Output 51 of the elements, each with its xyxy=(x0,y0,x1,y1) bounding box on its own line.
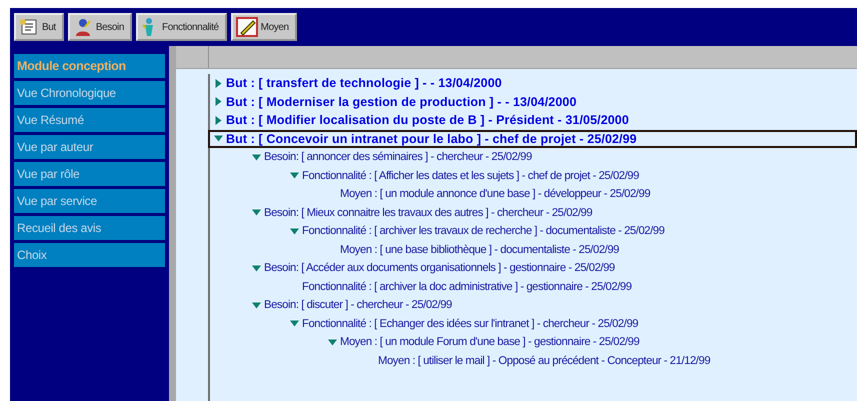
tree-row[interactable]: But : [ Moderniser la gestion de production ] - - 13/04/2000 xyxy=(208,92,857,111)
collapsed-caret-icon[interactable] xyxy=(214,97,223,106)
tree-row[interactable]: Moyen : [ utiliser le mail ] - Opposé au précédent - Concepteur - 21/12/99 xyxy=(208,352,857,370)
tree-item-text: Moyen : [ un module annonce d'une base ] - développeur - 25/02/99 xyxy=(340,188,650,200)
tree-row[interactable]: Moyen : [ un module Forum d'une base ] - gestionnaire - 25/02/99 xyxy=(208,333,857,352)
expanded-caret-icon[interactable] xyxy=(290,319,299,328)
tree-row[interactable]: Fonctionnalité : [ archiver la doc administrative ] - gestionnaire - 25/02/99 xyxy=(208,278,857,296)
expanded-caret-icon[interactable] xyxy=(252,264,261,273)
tree-row[interactable]: Fonctionnalité : [ archiver les travaux de recherche ] - documentaliste - 25/02/99 xyxy=(208,222,857,240)
expanded-caret-icon[interactable] xyxy=(252,300,261,310)
expanded-caret-icon[interactable] xyxy=(290,171,299,180)
tree-row[interactable]: Fonctionnalité : [ Echanger des idées sur l'intranet ] - chercheur - 25/02/99 xyxy=(208,314,857,333)
tree-row[interactable]: Fonctionnalité : [ Afficher les dates et les sujets ] - chef de projet - 25/02/99 xyxy=(208,166,857,185)
tree-row[interactable]: Besoin: [ discuter ] - chercheur - 25/02/99 xyxy=(208,296,857,314)
tree-item-text: Moyen : [ une base bibliothèque ] - documentaliste - 25/02/99 xyxy=(340,244,620,256)
tree-row[interactable]: Besoin: [ Accéder aux documents organisationnels ] - gestionnaire - 25/02/99 xyxy=(208,259,857,278)
collapsed-caret-icon[interactable] xyxy=(214,78,223,88)
tree-item-text: Fonctionnalité : [ archiver la doc administrative ] - gestionnaire - 25/02/99 xyxy=(302,280,632,293)
tree-item-text: Fonctionnalité : [ archiver les travaux de recherche ] - documentaliste - 25/02/99 xyxy=(302,225,664,238)
tree-row[interactable]: But : [ transfert de technologie ] - - 13/04/2000 xyxy=(208,74,857,92)
expanded-caret-icon[interactable] xyxy=(252,208,261,218)
tree-item-text: But : [ Concevoir un intranet pour le labo ] - chef de projet - 25/02/99 xyxy=(226,132,637,146)
sidebar-title: Module conception xyxy=(14,54,165,78)
expanded-caret-icon[interactable] xyxy=(328,338,337,347)
toolbar-button[interactable]: Besoin xyxy=(68,13,132,41)
tree-item-text: But : [ Modifier localisation du poste de B ] - Président - 31/05/2000 xyxy=(226,113,629,128)
tree-row[interactable]: Moyen : [ une base bibliothèque ] - documentaliste - 25/02/99 xyxy=(208,240,857,259)
tree-item-text: Besoin: [ Mieux connaitre les travaux des autres ] - chercheur - 25/02/99 xyxy=(264,206,592,219)
pencil-icon xyxy=(236,17,258,37)
document-icon xyxy=(19,18,39,36)
tree-item-text: Fonctionnalité : [ Echanger des idées sur l'intranet ] - chercheur - 25/02/99 xyxy=(302,318,638,330)
tree-row[interactable]: But : [ Modifier localisation du poste de B ] - Président - 31/05/2000 xyxy=(208,111,857,130)
tree-item-text: Fonctionnalité : [ Afficher les dates et les sujets ] - chef de projet - 25/02/99 xyxy=(302,170,639,182)
tree-item-text: But : [ Moderniser la gestion de production ] - - 13/04/2000 xyxy=(226,94,577,109)
toolbar-button[interactable]: Moyen xyxy=(230,13,297,41)
tree-row[interactable]: Besoin: [ annoncer des séminaires ] - chercheur - 25/02/99 xyxy=(208,148,857,166)
tree-row[interactable]: Besoin: [ Mieux connaitre les travaux des autres ] - chercheur - 25/02/99 xyxy=(208,204,857,222)
toolbar-button[interactable]: Fonctionnalité xyxy=(136,13,227,41)
tree-item-text: Moyen : [ un module Forum d'une base ] - gestionnaire - 25/02/99 xyxy=(340,336,640,348)
tree-item-text: Besoin: [ Accéder aux documents organisationnels ] - gestionnaire - 25/02/99 xyxy=(264,262,615,274)
tree-item-text: Besoin: [ annoncer des séminaires ] - chercheur - 25/02/99 xyxy=(264,151,532,164)
toolbar-button[interactable]: But xyxy=(14,13,64,41)
tree-item-text: Moyen : [ utiliser le mail ] - Opposé au précédent - Concepteur - 21/12/99 xyxy=(378,354,710,367)
tree-row[interactable]: Moyen : [ un module annonce d'une base ] - développeur - 25/02/99 xyxy=(208,185,857,204)
expanded-caret-icon[interactable] xyxy=(290,226,299,236)
expanded-caret-icon[interactable] xyxy=(252,152,261,162)
expanded-caret-icon[interactable] xyxy=(214,134,223,144)
selected-tree-row[interactable]: But : [ Concevoir un intranet pour le labo ] - chef de projet - 25/02/99 xyxy=(208,130,857,148)
tree-item-text: But : [ transfert de technologie ] - - 13/04/2000 xyxy=(226,76,502,90)
tree-item-text: Besoin: [ discuter ] - chercheur - 25/02/99 xyxy=(264,299,452,312)
collapsed-caret-icon[interactable] xyxy=(214,116,223,125)
